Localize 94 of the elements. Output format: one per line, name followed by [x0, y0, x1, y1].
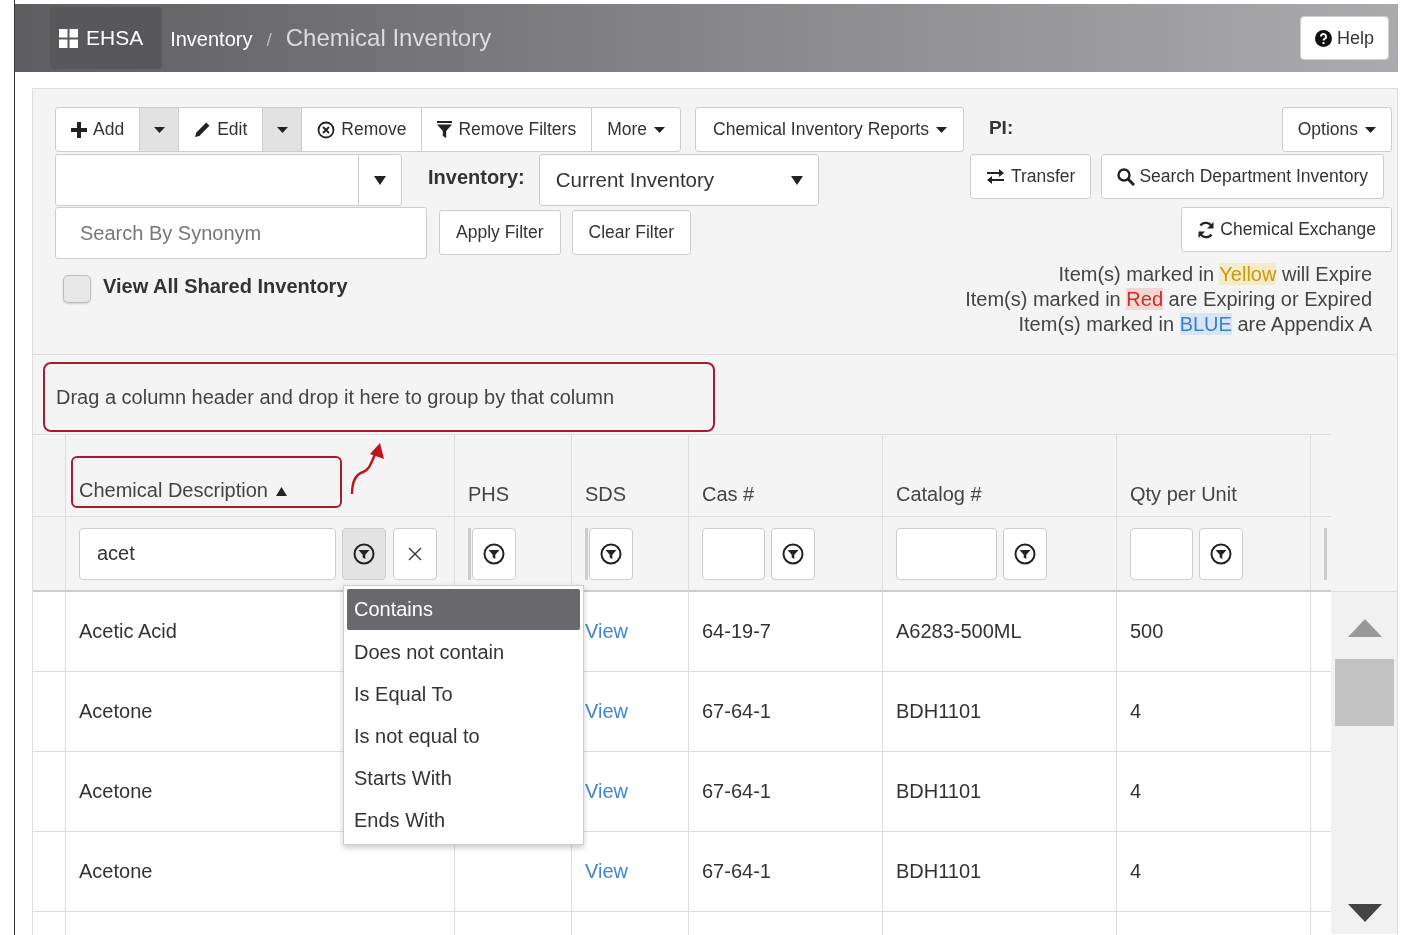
filter-button[interactable] — [1003, 527, 1047, 580]
filter-icon — [1014, 542, 1036, 565]
filter-button[interactable] — [342, 527, 386, 580]
table-cell: 67-64-1 — [689, 832, 883, 912]
caret-icon — [790, 175, 803, 185]
toolbar-button[interactable]: Remove — [301, 107, 423, 152]
table-cell: 67-64-1 — [689, 752, 883, 832]
scrollbar[interactable] — [1331, 592, 1397, 934]
table-cell: 67-64-1 — [689, 672, 883, 752]
split-caret-button[interactable] — [139, 107, 180, 152]
filter-icon — [353, 542, 375, 565]
caret-icon — [374, 175, 386, 185]
split-caret-button[interactable] — [262, 107, 303, 152]
column-header[interactable]: Cas # — [702, 483, 755, 506]
filter-button[interactable] — [1199, 527, 1243, 580]
help-icon — [1314, 29, 1332, 47]
caret-icon — [277, 126, 289, 133]
view-link[interactable]: View — [585, 620, 628, 643]
pi-label: PI: — [988, 117, 1014, 139]
view-link[interactable]: View — [585, 780, 628, 803]
plus-icon — [71, 121, 87, 138]
column-header[interactable]: Chemical Description — [79, 479, 268, 502]
close-icon — [408, 546, 422, 561]
filter-button[interactable] — [589, 527, 633, 580]
caret-icon — [935, 126, 947, 133]
divider-handle — [1324, 527, 1327, 580]
column-header[interactable]: SDS — [585, 483, 627, 506]
toolbar-button[interactable]: Options — [1281, 107, 1392, 152]
toolbar-button[interactable]: Remove Filters — [421, 107, 593, 152]
filter-field[interactable] — [896, 527, 997, 580]
pi-select[interactable] — [55, 154, 402, 206]
column-header[interactable]: Qty per Unit — [1130, 483, 1237, 506]
table-cell: 4 — [1117, 672, 1311, 752]
scrollbar-thumb[interactable] — [1335, 659, 1394, 726]
checkbox[interactable] — [63, 275, 91, 303]
menu-item[interactable]: Contains — [347, 589, 580, 630]
inventory-select[interactable]: Current Inventory — [538, 154, 819, 206]
toolbar-button[interactable]: Transfer — [969, 154, 1092, 199]
pencil-icon — [194, 121, 212, 138]
table-cell: 4 — [1117, 832, 1311, 912]
synonym-search-field[interactable]: Search By Synonym — [55, 207, 427, 259]
filter-icon — [600, 542, 622, 565]
filter-field[interactable] — [1130, 527, 1193, 580]
table-cell: 64-19-7 — [689, 592, 883, 672]
view-link[interactable]: View — [585, 700, 628, 723]
clear-filter-button[interactable] — [393, 527, 437, 580]
search-icon — [1117, 167, 1136, 186]
toolbar-button[interactable]: Apply Filter — [439, 210, 561, 255]
breadcrumb-separator: / — [266, 29, 272, 51]
legend-text: Item(s) marked in Red are Expiring or Expired — [965, 287, 1372, 312]
caret-icon — [1365, 126, 1376, 133]
toolbar-button[interactable]: Add — [55, 107, 141, 152]
breadcrumb-current: Chemical Inventory — [285, 24, 492, 52]
table-cell: BDH1101 — [883, 832, 1117, 912]
scroll-down-arrow-icon[interactable] — [1348, 904, 1382, 922]
checkbox-label: View All Shared Inventory — [103, 275, 348, 298]
filter-icon — [1210, 542, 1232, 565]
toolbar-button[interactable]: Chemical Inventory Reports — [695, 107, 964, 152]
inventory-label: Inventory: — [428, 166, 525, 189]
home-link[interactable]: EHSA — [50, 7, 163, 69]
divider-handle — [468, 527, 471, 580]
filter-icon — [483, 542, 505, 565]
help-button[interactable]: Help — [1299, 16, 1389, 60]
toolbar-button[interactable]: Chemical Exchange — [1181, 207, 1392, 252]
group-by-panel[interactable]: Drag a column header and drop it here to group by that column — [43, 362, 715, 432]
filter-icon — [782, 542, 804, 565]
table-cell: BDH1101 — [883, 672, 1117, 752]
filter-button[interactable] — [472, 527, 516, 580]
toolbar-button[interactable]: Clear Filter — [571, 210, 692, 255]
legend-text: Item(s) marked in Yellow will Expire — [1058, 262, 1372, 287]
toolbar-button[interactable]: Edit — [178, 107, 264, 152]
refresh-icon — [1197, 220, 1216, 239]
column-header[interactable]: PHS — [468, 483, 510, 506]
caret-icon — [654, 126, 665, 133]
legend-text: Item(s) marked in BLUE are Appendix A — [1018, 312, 1372, 337]
toolbar-button[interactable]: Search Department Inventory — [1101, 154, 1384, 199]
grid-icon — [59, 28, 78, 48]
toolbar-button[interactable]: More — [591, 107, 681, 152]
funnel-icon — [437, 121, 453, 138]
view-link[interactable]: View — [585, 860, 628, 883]
breadcrumb-link[interactable]: Inventory — [170, 28, 253, 51]
transfer-icon — [985, 169, 1005, 184]
circle-x-icon — [317, 120, 336, 139]
filter-button[interactable] — [771, 527, 815, 580]
filter-field[interactable]: acet — [79, 527, 336, 580]
table-cell: A6283-500ML — [883, 592, 1117, 672]
divider-handle — [585, 527, 588, 580]
column-header[interactable]: Catalog # — [896, 483, 982, 506]
table-cell: 500 — [1117, 592, 1311, 672]
scroll-up-arrow-icon[interactable] — [1348, 619, 1382, 637]
filter-field[interactable] — [702, 527, 765, 580]
table-cell: 4 — [1117, 752, 1311, 832]
caret-icon — [154, 126, 166, 133]
table-cell: BDH1101 — [883, 752, 1117, 832]
